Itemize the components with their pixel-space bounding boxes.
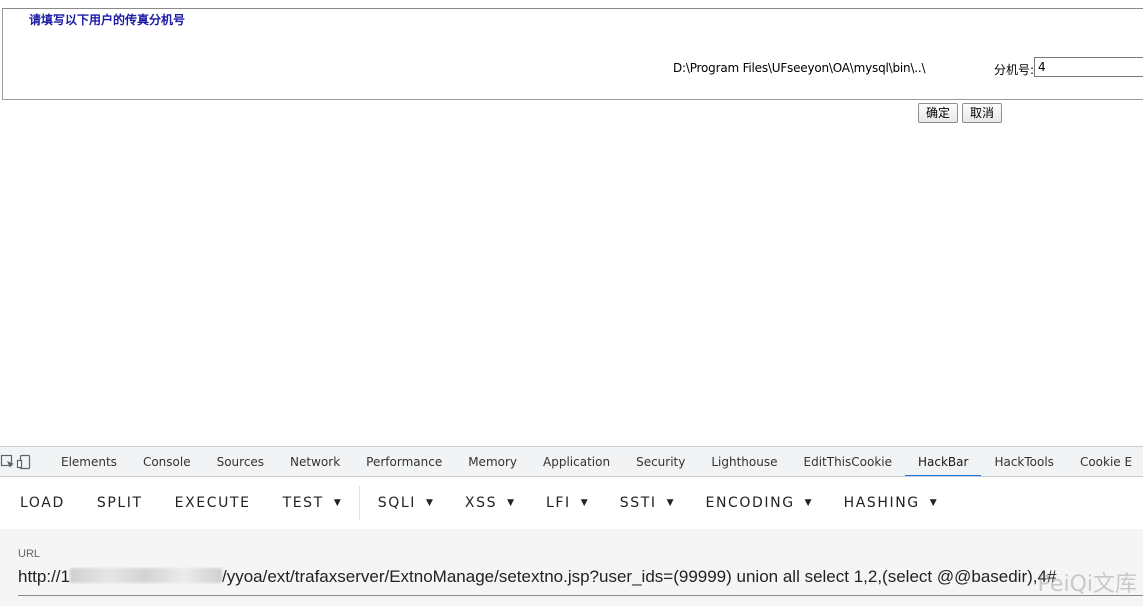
ssti-dropdown[interactable]: SSTI ▼ [604,485,690,521]
tab-elements[interactable]: Elements [48,447,130,476]
lfi-dropdown[interactable]: LFI ▼ [530,485,604,521]
tab-network[interactable]: Network [277,447,353,476]
execute-button[interactable]: EXECUTE [159,485,267,521]
hackbar-toolbar: LOAD SPLIT EXECUTE TEST ▼ SQLI ▼ XSS ▼ LFI ▼… [0,477,1143,529]
caret-down-icon: ▼ [929,498,937,508]
load-label: LOAD [20,495,65,511]
sqli-label: SQLI [377,495,416,511]
caret-down-icon: ▼ [666,498,674,508]
fax-extension-fieldset: 请填写以下用户的传真分机号 [2,8,1143,100]
toolbar-divider [358,486,360,520]
tab-memory[interactable]: Memory [455,447,530,476]
sqli-dropdown[interactable]: SQLI ▼ [362,485,449,521]
caret-down-icon: ▼ [507,498,514,508]
redacted-host [69,568,222,583]
encoding-label: ENCODING [705,495,795,511]
extension-label: 分机号: [994,63,1035,77]
caret-down-icon: ▼ [425,498,433,508]
url-prefix-text: http://1 [18,567,70,586]
xss-dropdown[interactable]: XSS ▼ [449,485,530,521]
tab-cookie-editor[interactable]: Cookie E [1067,447,1143,476]
caret-down-icon: ▼ [804,498,812,508]
load-button[interactable]: LOAD [0,485,81,521]
tab-application[interactable]: Application [530,447,623,476]
devtools-panel: Elements Console Sources Network Perform… [0,446,1143,606]
watermark: PeiQi文库 [1037,572,1137,597]
confirm-button[interactable]: 确定 [918,103,958,123]
caret-down-icon: ▼ [580,498,588,508]
hashing-dropdown[interactable]: HASHING ▼ [828,485,953,521]
split-button[interactable]: SPLIT [81,485,159,521]
test-dropdown[interactable]: TEST ▼ [267,485,357,521]
tab-editthiscookie[interactable]: EditThisCookie [791,447,906,476]
tab-performance[interactable]: Performance [353,447,455,476]
ssti-label: SSTI [619,495,657,511]
encoding-dropdown[interactable]: ENCODING ▼ [690,485,828,521]
caret-down-icon: ▼ [333,498,341,508]
inspect-element-icon[interactable] [0,447,16,476]
lfi-label: LFI [546,495,571,511]
tab-security[interactable]: Security [623,447,698,476]
fieldset-legend: 请填写以下用户的传真分机号 [23,11,192,28]
basedir-path-text: D:\Program Files\UFseeyon\OA\mysql\bin\.… [673,61,926,75]
test-label: TEST [282,495,324,511]
tab-console[interactable]: Console [130,447,204,476]
url-path-text: /yyoa/ext/trafaxserver/ExtnoManage/setex… [221,567,1057,586]
xss-label: XSS [464,495,498,511]
url-label: URL [18,548,41,560]
url-field-container[interactable]: URL http://1/yyoa/ext/trafaxserver/Extno… [0,529,1143,606]
cancel-button[interactable]: 取消 [962,103,1002,123]
split-label: SPLIT [96,495,143,511]
tab-hacktools[interactable]: HackTools [981,447,1066,476]
hashing-label: HASHING [843,495,920,511]
url-underline [18,595,1143,596]
page-content: 请填写以下用户的传真分机号 D:\Program Files\UFseeyon\… [0,0,1143,445]
execute-label: EXECUTE [174,495,251,511]
tab-hackbar[interactable]: HackBar [905,447,982,476]
device-toolbar-icon[interactable] [16,447,32,476]
tab-sources[interactable]: Sources [204,447,277,476]
url-input[interactable]: http://1/yyoa/ext/trafaxserver/ExtnoMana… [18,567,1143,587]
tab-lighthouse[interactable]: Lighthouse [698,447,790,476]
extension-input[interactable] [1034,57,1143,77]
devtools-tabbar: Elements Console Sources Network Perform… [0,447,1143,477]
